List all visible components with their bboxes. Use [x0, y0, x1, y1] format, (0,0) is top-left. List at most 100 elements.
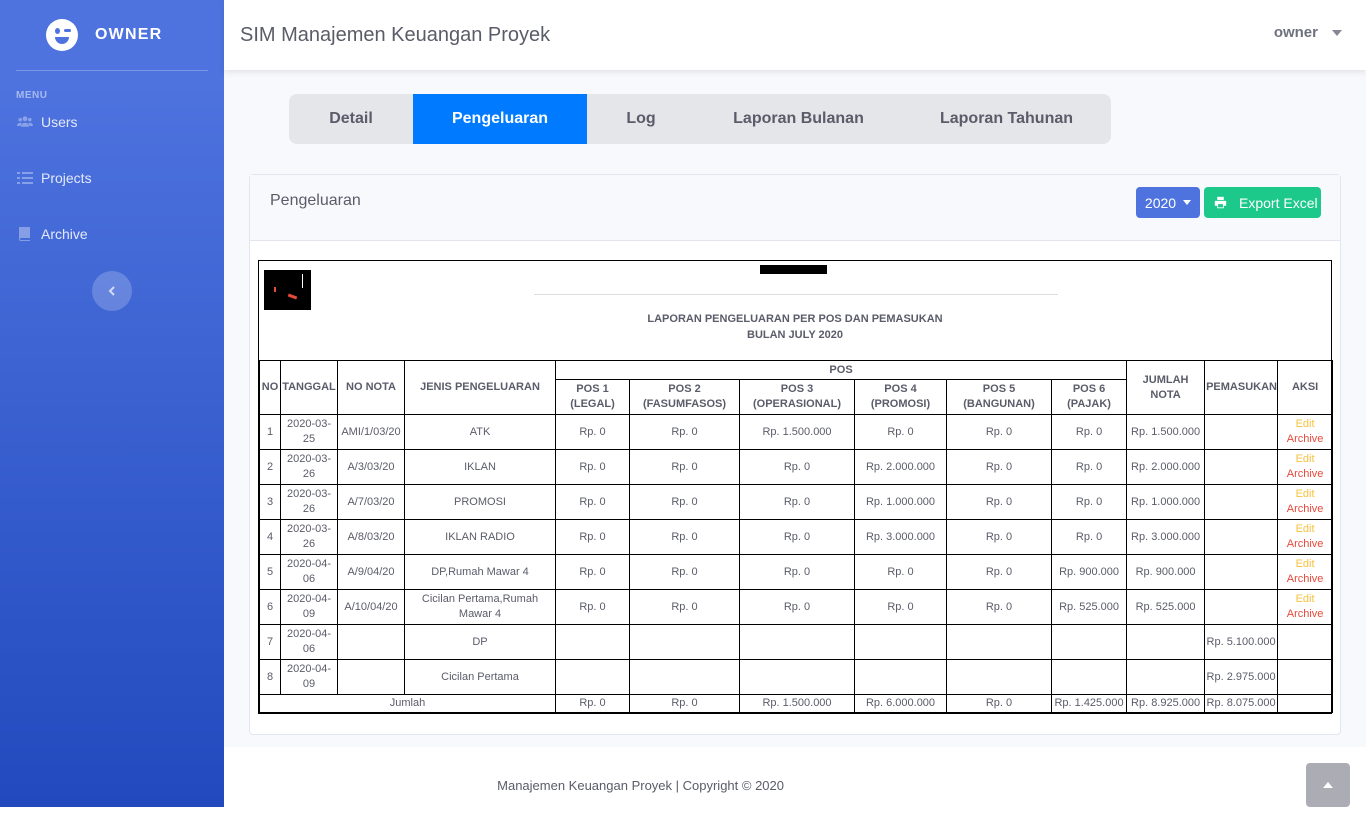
cell-aksi: Edit Archive — [1277, 414, 1334, 450]
cell-aksi: Edit Archive — [1277, 589, 1334, 625]
cell-nota: A/7/03/20 — [337, 484, 405, 520]
table-row: 2 2020-03-26 A/3/03/20 IKLAN Rp. 0 Rp. 0 Rp. 0… — [259, 449, 1334, 485]
cell-pos1: Rp. 0 — [555, 484, 630, 520]
cell-aksi: Edit Archive — [1277, 484, 1334, 520]
export-excel-button[interactable]: Export Excel — [1204, 187, 1321, 218]
report-subtitle: BULAN JULY 2020 — [747, 329, 843, 341]
th-pos3: POS 3 (OPERASIONAL) — [739, 379, 855, 415]
th-aksi: AKSI — [1277, 360, 1334, 415]
sidebar-item-users[interactable]: Users — [0, 94, 224, 150]
cell-pos6 — [1050, 624, 1128, 660]
tab-log[interactable]: Log — [587, 94, 695, 144]
cell-pos3: Rp. 0 — [739, 589, 855, 625]
edit-link[interactable]: Edit — [1279, 557, 1331, 572]
cell-tanggal: 2020-03-26 — [280, 484, 338, 520]
redacted-header — [760, 265, 827, 274]
chevron-left-icon — [108, 286, 115, 296]
cell-pos1: Rp. 0 — [555, 554, 630, 590]
cell-nota — [337, 659, 405, 695]
header-divider — [534, 294, 1058, 295]
tab-laporan-bulanan[interactable]: Laporan Bulanan — [695, 94, 902, 144]
cell-pos2 — [629, 624, 740, 660]
edit-link[interactable]: Edit — [1279, 592, 1331, 607]
cell-pemasukan — [1204, 554, 1279, 590]
bottom-strip — [0, 807, 1366, 823]
cell-pos5 — [946, 659, 1052, 695]
cell-tanggal: 2020-03-25 — [280, 414, 338, 450]
export-label: Export Excel — [1239, 194, 1318, 211]
cell-nota: A/10/04/20 — [337, 589, 405, 625]
th-tanggal: TANGGAL — [280, 360, 338, 415]
sidebar-brand[interactable]: OWNER — [0, 0, 224, 70]
cell-tanggal: 2020-04-06 — [280, 624, 338, 660]
cell-pos2: Rp. 0 — [629, 519, 740, 555]
archive-link[interactable]: Archive — [1279, 572, 1331, 587]
cell-no: 2 — [259, 449, 281, 485]
cell-pemasukan — [1204, 449, 1279, 485]
cell-pos5 — [946, 624, 1052, 660]
archive-link[interactable]: Archive — [1279, 432, 1331, 447]
tab-laporan-tahunan[interactable]: Laporan Tahunan — [902, 94, 1111, 144]
cell-pos5: Rp. 0 — [946, 589, 1052, 625]
tab-detail[interactable]: Detail — [289, 94, 413, 144]
cell-pemasukan — [1204, 414, 1279, 450]
sidebar-item-projects[interactable]: Projects — [0, 150, 224, 206]
cell-pos1: Rp. 0 — [555, 449, 630, 485]
archive-link[interactable]: Archive — [1279, 607, 1331, 622]
cell-jenis: Cicilan Pertama — [404, 659, 556, 695]
edit-link[interactable]: Edit — [1279, 452, 1331, 467]
cell-tanggal: 2020-04-09 — [280, 659, 338, 695]
cell-pos4 — [854, 659, 947, 695]
cell-jumlah: Rp. 3.000.000 — [1126, 519, 1206, 555]
caret-down-icon — [1332, 29, 1342, 36]
cell-no: 5 — [259, 554, 281, 590]
cell-pos1: Rp. 0 — [555, 414, 630, 450]
cell-aksi: Edit Archive — [1277, 554, 1334, 590]
cell-tanggal: 2020-04-06 — [280, 554, 338, 590]
tab-pengeluaran[interactable]: Pengeluaran — [413, 94, 587, 144]
user-dropdown[interactable]: owner — [1274, 24, 1342, 41]
th-pos1: POS 1 (LEGAL) — [555, 379, 630, 415]
cell-pemasukan — [1204, 484, 1279, 520]
expense-table: NO TANGGAL NO NOTA JENIS PENGELUARAN POS… — [259, 360, 1334, 713]
total-jumlah: Rp. 8.925.000 — [1126, 694, 1206, 713]
archive-link[interactable]: Archive — [1279, 537, 1331, 552]
cell-pos4: Rp. 2.000.000 — [854, 449, 947, 485]
edit-link[interactable]: Edit — [1279, 522, 1331, 537]
th-pos: POS — [554, 360, 1128, 380]
cell-pos4: Rp. 0 — [854, 414, 947, 450]
scroll-to-top-button[interactable] — [1306, 763, 1350, 807]
cell-tanggal: 2020-03-26 — [280, 449, 338, 485]
edit-link[interactable]: Edit — [1279, 487, 1331, 502]
total-pos3: Rp. 1.500.000 — [739, 694, 855, 713]
cell-jumlah: Rp. 1.000.000 — [1126, 484, 1206, 520]
archive-link[interactable]: Archive — [1279, 502, 1331, 517]
archive-link[interactable]: Archive — [1279, 467, 1331, 482]
table-row: 6 2020-04-09 A/10/04/20 Cicilan Pertama,Rum… — [259, 589, 1334, 625]
cell-pos4 — [854, 624, 947, 660]
year-dropdown-button[interactable]: 2020 — [1136, 187, 1200, 218]
cell-jenis: PROMOSI — [404, 484, 556, 520]
cell-jumlah: Rp. 2.000.000 — [1126, 449, 1206, 485]
cell-jenis: ATK — [404, 414, 556, 450]
report-title: LAPORAN PENGELUARAN PER POS DAN PEMASUKA… — [647, 313, 943, 325]
cell-pos6 — [1050, 659, 1128, 695]
sidebar-item-archive[interactable]: Archive — [0, 206, 224, 262]
total-pos2: Rp. 0 — [629, 694, 740, 713]
th-pos5: POS 5 (BANGUNAN) — [946, 379, 1052, 415]
cell-pos5: Rp. 0 — [946, 484, 1052, 520]
cell-pos5: Rp. 0 — [946, 519, 1052, 555]
cell-pos3: Rp. 1.500.000 — [739, 414, 855, 450]
sidebar-item-label: Archive — [41, 226, 88, 242]
cell-no: 6 — [259, 589, 281, 625]
cell-pos2: Rp. 0 — [629, 414, 740, 450]
cell-aksi — [1277, 624, 1334, 660]
cell-pos3 — [739, 624, 855, 660]
edit-link[interactable]: Edit — [1279, 417, 1331, 432]
cell-pos1: Rp. 0 — [555, 519, 630, 555]
cell-aksi: Edit Archive — [1277, 449, 1334, 485]
footer-copyright: Manajemen Keuangan Proyek | Copyright © … — [497, 778, 784, 793]
sidebar-toggle-button[interactable] — [92, 271, 132, 311]
cell-nota: AMI/1/03/20 — [337, 414, 405, 450]
th-pos6: POS 6 (PAJAK) — [1050, 379, 1128, 415]
